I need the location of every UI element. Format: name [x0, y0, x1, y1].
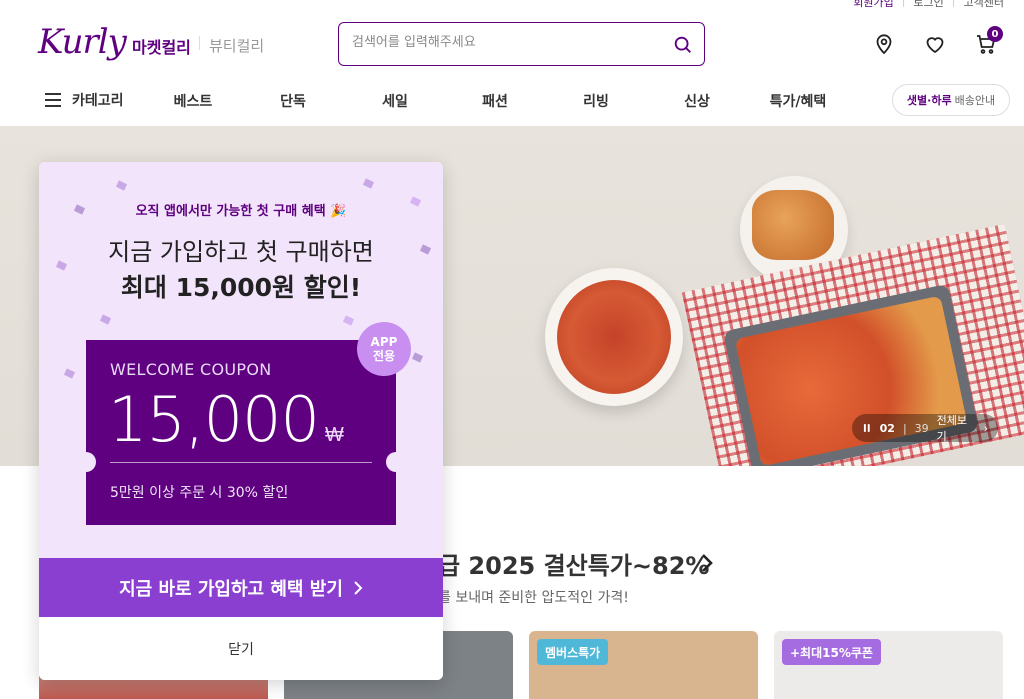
- coupon-notch: [76, 452, 96, 472]
- banner-pager: 02 | 39 전체보기 ›: [852, 412, 998, 444]
- join-link[interactable]: 회원가입: [853, 0, 893, 10]
- chevron-right-icon: [354, 580, 363, 595]
- product-card[interactable]: +최대15%쿠폰: [774, 631, 1003, 699]
- coupon-condition: 5만원 이상 주문 시 30% 할인: [110, 485, 289, 501]
- location-pin-icon[interactable]: [872, 32, 896, 56]
- search-box: [338, 22, 705, 66]
- banner-current-page: 02: [879, 421, 895, 435]
- category-menu-button[interactable]: 카테고리: [44, 90, 124, 110]
- heart-icon[interactable]: [923, 32, 947, 56]
- search-icon[interactable]: [672, 34, 694, 56]
- nav-item-best[interactable]: 베스트: [158, 91, 228, 111]
- customer-service-link[interactable]: 고객센터: [964, 0, 1004, 10]
- cart-button[interactable]: 0: [974, 26, 1003, 56]
- nav-item-new[interactable]: 신상: [662, 91, 732, 111]
- noodle-bowl-image: [545, 268, 683, 406]
- popup-discount-headline: 최대 15,000원 할인!: [120, 273, 362, 302]
- confetti-decoration: [362, 178, 375, 189]
- app-badge-line1: APP: [370, 335, 398, 349]
- welcome-coupon: WELCOME COUPON 15,000 ₩ 5만원 이상 주문 시 30% 할…: [76, 340, 406, 525]
- banner-page-separator: |: [902, 421, 907, 435]
- section-title[interactable]: 급 2025 결산특가~82%: [438, 546, 709, 581]
- delivery-info-button[interactable]: 샛별·하루 배송안내: [892, 84, 1010, 116]
- welcome-coupon-popup: 오직 앱에서만 가능한 첫 구매 혜택 🎉 지금 가입하고 첫 구매하면 최대 …: [39, 162, 443, 680]
- banner-view-all-button[interactable]: 전체보기: [937, 412, 976, 444]
- section-subtitle: 를 보내며 준비한 압도적인 가격!: [438, 590, 629, 606]
- chevron-right-icon[interactable]: [700, 553, 714, 573]
- coupon-notch: [386, 452, 406, 472]
- nav-item-fashion[interactable]: 패션: [460, 91, 530, 111]
- category-label: 카테고리: [72, 93, 124, 109]
- util-separator: |: [951, 0, 956, 7]
- delivery-label: 배송안내: [954, 94, 996, 107]
- confetti-decoration: [411, 352, 424, 363]
- util-separator: |: [901, 0, 906, 7]
- coupon-amount-value: 15,000: [108, 383, 320, 456]
- confetti-decoration: [63, 368, 76, 379]
- coupon-amount: 15,000 ₩: [108, 382, 344, 472]
- signup-benefit-button[interactable]: 지금 바로 가입하고 혜택 받기: [39, 558, 443, 617]
- banner-total-pages: 39: [914, 421, 929, 435]
- coupon-divider: [110, 462, 372, 463]
- nav-item-sale[interactable]: 세일: [360, 91, 430, 111]
- nav-item-deals[interactable]: 특가/혜택: [762, 91, 834, 111]
- members-price-badge: 멤버스특가: [537, 639, 609, 665]
- search-input[interactable]: [352, 35, 652, 50]
- coupon-currency: ₩: [324, 422, 344, 446]
- beauty-kurly-tab[interactable]: 뷰티컬리: [209, 35, 264, 56]
- product-card[interactable]: 멤버스특가: [529, 631, 758, 699]
- popup-headline: 지금 가입하고 첫 구매하면: [108, 238, 374, 266]
- popup-tagline: 오직 앱에서만 가능한 첫 구매 혜택 🎉: [135, 204, 347, 219]
- coupon-title: WELCOME COUPON: [110, 360, 272, 379]
- top-utility-links: 회원가입 | 로그인 | 고객센터: [853, 0, 1004, 10]
- tab-divider: [199, 36, 200, 50]
- nav-item-exclusive[interactable]: 단독: [258, 91, 328, 111]
- kurly-logo[interactable]: Kurly: [38, 22, 127, 62]
- login-link[interactable]: 로그인: [913, 0, 943, 10]
- app-only-badge: APP 전용: [357, 322, 411, 376]
- signup-benefit-label: 지금 바로 가입하고 혜택 받기: [119, 578, 343, 600]
- hamburger-icon: [45, 93, 61, 107]
- coupon-badge: +최대15%쿠폰: [782, 639, 881, 665]
- confetti-decoration: [99, 314, 112, 325]
- app-badge-line2: 전용: [372, 349, 396, 363]
- delivery-highlight: 샛별·하루: [906, 94, 952, 107]
- market-kurly-tab[interactable]: 마켓컬리: [132, 34, 191, 58]
- confetti-decoration: [115, 180, 128, 191]
- nav-item-living[interactable]: 리빙: [561, 91, 631, 111]
- confetti-decoration: [342, 315, 355, 326]
- main-nav: 카테고리 베스트 단독 세일 패션 리빙 신상 특가/혜택 샛별·하루 배송안내: [0, 80, 1024, 126]
- close-popup-button[interactable]: 닫기: [39, 617, 443, 680]
- chevron-right-icon: ›: [983, 421, 988, 435]
- cart-count-badge: 0: [987, 26, 1003, 42]
- pause-icon[interactable]: [862, 423, 872, 433]
- popup-promo-area: 오직 앱에서만 가능한 첫 구매 혜택 🎉 지금 가입하고 첫 구매하면 최대 …: [39, 162, 443, 558]
